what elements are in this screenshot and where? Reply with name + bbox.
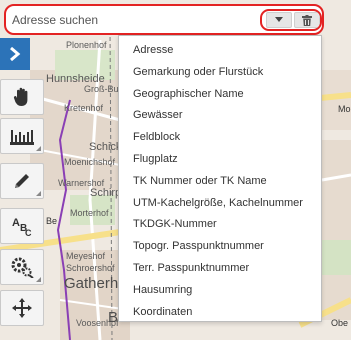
- search-type-dropdown-button[interactable]: [266, 12, 292, 28]
- place-label: B: [108, 309, 119, 326]
- menu-item[interactable]: Terr. Passpunktnummer: [119, 258, 321, 280]
- menu-item[interactable]: TKDGK-Nummer: [119, 214, 321, 236]
- place-label: Plonenhof: [66, 40, 107, 50]
- menu-item[interactable]: Gewässer: [119, 105, 321, 127]
- place-label: Morterhof: [70, 208, 109, 218]
- place-label: Moenichshof: [64, 157, 116, 167]
- place-label: Kretenhof: [64, 103, 104, 113]
- trash-icon: [302, 14, 312, 26]
- menu-item[interactable]: TK Nummer oder TK Name: [119, 171, 321, 193]
- search-bar: [4, 4, 324, 35]
- menu-item[interactable]: Flugplatz: [119, 149, 321, 171]
- settings-tool-button[interactable]: [0, 249, 44, 285]
- move-tool-button[interactable]: [0, 290, 44, 326]
- move-arrows-icon: [12, 298, 32, 318]
- measure-tool-button[interactable]: [0, 118, 44, 154]
- abc-icon: A B C: [12, 217, 32, 237]
- search-input[interactable]: [12, 11, 252, 29]
- place-label: Schroershof: [66, 263, 115, 273]
- search-button-group: [260, 9, 322, 31]
- menu-item[interactable]: Hausumring: [119, 280, 321, 302]
- place-label: Meyeshof: [66, 251, 106, 261]
- menu-item[interactable]: Adresse: [119, 40, 321, 62]
- chevron-right-icon: [10, 47, 21, 61]
- clear-search-button[interactable]: [294, 12, 320, 28]
- menu-item[interactable]: Geographischer Name: [119, 84, 321, 106]
- caret-down-icon: [275, 17, 283, 22]
- ruler-icon: [10, 130, 34, 145]
- hand-icon: [13, 87, 28, 106]
- road-label: Be: [46, 216, 58, 226]
- expand-toolbar-button[interactable]: [0, 38, 30, 70]
- submenu-indicator-icon: [36, 277, 41, 282]
- road-label: Obe: [331, 318, 349, 328]
- place-label: Schirp: [90, 187, 122, 199]
- menu-item[interactable]: Gemarkung oder Flurstück: [119, 62, 321, 84]
- menu-item[interactable]: UTM-Kachelgröße, Kachelnummer: [119, 193, 321, 215]
- text-tool-button[interactable]: A B C: [0, 208, 44, 244]
- menu-item[interactable]: Feldblock: [119, 127, 321, 149]
- submenu-indicator-icon: [36, 191, 41, 196]
- submenu-indicator-icon: [36, 146, 41, 151]
- menu-item[interactable]: Koordinaten: [119, 302, 321, 324]
- road-label: Mo: [338, 104, 351, 114]
- draw-tool-button[interactable]: [0, 163, 44, 199]
- pan-tool-button[interactable]: [0, 79, 44, 115]
- gears-icon: [11, 257, 34, 278]
- menu-item[interactable]: Topogr. Passpunktnummer: [119, 236, 321, 258]
- svg-text:A: A: [12, 217, 20, 229]
- search-type-menu: Adresse Gemarkung oder Flurstück Geographi…: [118, 35, 322, 322]
- svg-text:C: C: [25, 228, 32, 237]
- pencil-icon: [15, 174, 29, 188]
